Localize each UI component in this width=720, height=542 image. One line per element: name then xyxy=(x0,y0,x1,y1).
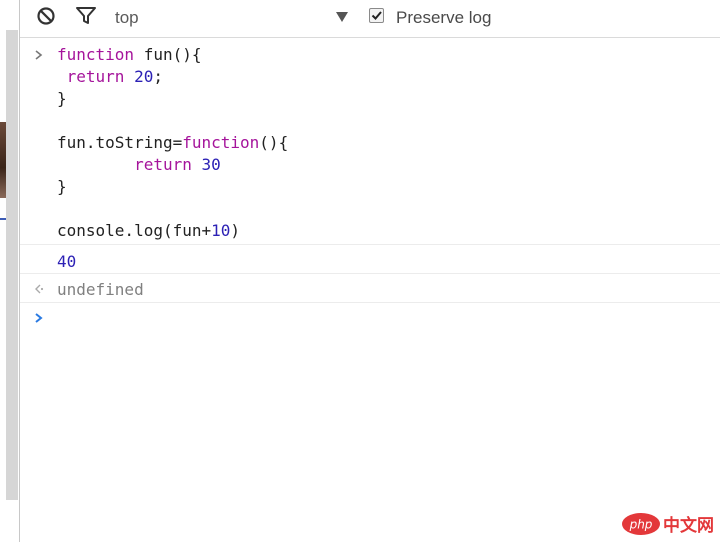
filter-button[interactable] xyxy=(75,6,97,31)
clear-console-button[interactable] xyxy=(35,6,57,31)
result-value[interactable]: undefined xyxy=(57,279,144,301)
preserve-log-label[interactable]: Preserve log xyxy=(396,7,491,29)
code-text: (){ xyxy=(259,133,289,152)
page-scrollbar[interactable] xyxy=(6,30,18,500)
code-line[interactable]: } xyxy=(57,177,67,196)
result-arrow-icon xyxy=(32,279,46,301)
code-text: fun(){ xyxy=(134,45,202,64)
page-background-strip xyxy=(0,0,19,542)
site-watermark: php 中文网 xyxy=(622,511,714,536)
console-panel: top Preserve log function fun(){ return … xyxy=(20,0,720,542)
code-line[interactable]: } xyxy=(57,89,67,108)
triangle-down-icon[interactable] xyxy=(334,9,350,25)
code-line[interactable]: fun.toString=function(){ xyxy=(57,133,288,152)
php-logo: php xyxy=(622,512,660,535)
code-line[interactable]: console.log(fun+10) xyxy=(57,221,240,240)
code-line[interactable]: return 20; xyxy=(57,67,163,86)
code-text: console.log(fun+ xyxy=(57,221,212,240)
execution-context-selector[interactable]: top xyxy=(115,7,139,29)
code-number: 30 xyxy=(201,155,221,174)
watermark-text: 中文网 xyxy=(663,516,714,536)
code-text: ) xyxy=(230,221,241,240)
code-line[interactable]: function fun(){ xyxy=(57,45,202,64)
log-output-value[interactable]: 40 xyxy=(57,251,76,273)
chevron-right-icon xyxy=(32,45,46,67)
console-input-message: function fun(){ return 20; } fun.toStrin… xyxy=(20,44,720,245)
console-toolbar: top Preserve log xyxy=(20,0,720,38)
code-text: } xyxy=(57,89,67,108)
code-keyword: function xyxy=(182,133,260,152)
console-result-message: undefined xyxy=(20,275,720,303)
console-prompt[interactable] xyxy=(20,304,720,334)
code-text: } xyxy=(57,177,67,196)
code-number: 10 xyxy=(211,221,231,240)
code-line[interactable]: return 30 xyxy=(57,155,221,174)
code-keyword: return xyxy=(57,67,125,86)
code-text: ; xyxy=(153,67,163,86)
code-text: fun.toString= xyxy=(57,133,183,152)
code-keyword: return xyxy=(57,155,192,174)
filter-funnel-icon xyxy=(75,6,97,31)
code-number: 20 xyxy=(134,67,154,86)
preserve-log-checkbox[interactable] xyxy=(369,8,384,23)
checkmark-icon xyxy=(371,11,382,20)
prompt-chevron-icon xyxy=(32,308,46,330)
block-icon xyxy=(36,6,56,31)
php-logo-text: php xyxy=(629,517,653,531)
input-code-block: function fun(){ return 20; } fun.toStrin… xyxy=(57,44,288,242)
console-log-output: 40 xyxy=(20,246,720,274)
code-keyword: function xyxy=(57,45,135,64)
